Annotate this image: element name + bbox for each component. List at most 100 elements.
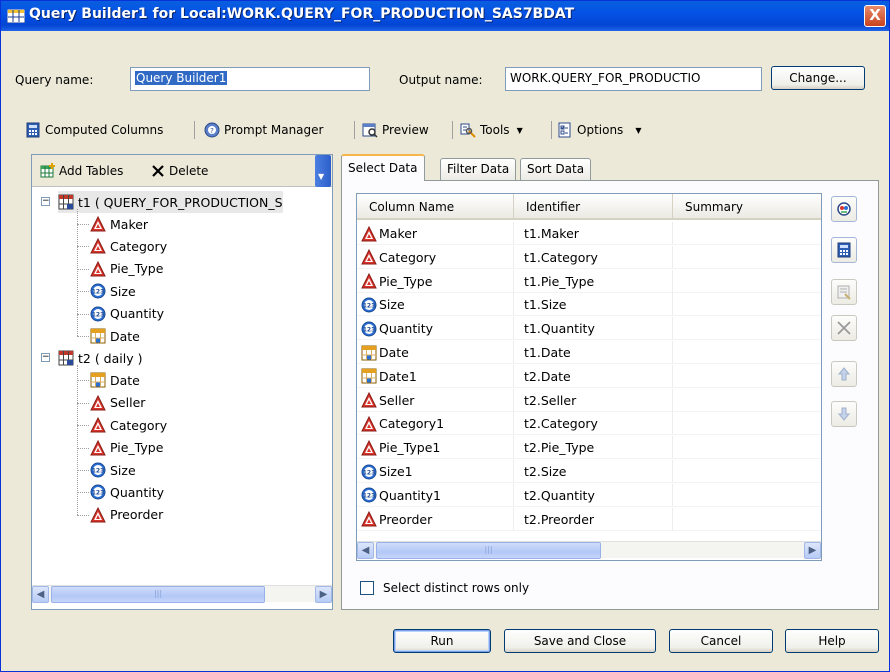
move-up-button[interactable] [831,361,857,387]
scroll-right-arrow[interactable]: ▶ [315,586,332,603]
scroll-right-arrow[interactable]: ▶ [804,542,821,559]
scroll-left-arrow[interactable]: ◀ [32,586,49,603]
output-name-input[interactable]: WORK.QUERY_FOR_PRODUCTIO [505,67,762,91]
grid-row[interactable]: 123 Size t1.Size [357,293,821,317]
tree-collapse-toggle[interactable]: − [41,197,50,206]
select-distinct-checkbox[interactable] [360,581,374,595]
preview-button[interactable]: Preview [362,120,429,140]
grid-row[interactable]: Maker t1.Maker [357,222,821,245]
cell-identifier[interactable]: t1.Pie_Type [514,269,673,293]
cell-identifier[interactable]: t2.Category [514,412,673,436]
query-name-input[interactable]: Query Builder1 [130,67,370,91]
tree-column-node[interactable]: 123 Size [90,280,136,302]
cell-summary[interactable] [673,484,821,507]
tree-column-node[interactable]: Preorder [90,504,163,526]
grid-row[interactable]: 123 Quantity t1.Quantity [357,317,821,341]
tab-sort-data[interactable]: Sort Data [520,158,592,180]
tree-column-node[interactable]: Category [90,414,167,436]
cell-summary[interactable] [673,293,821,317]
header-column-name[interactable]: Column Name [357,194,514,220]
cell-column-name[interactable]: Seller [357,388,514,412]
tree-column-node[interactable]: Maker [90,213,148,235]
tree-column-node[interactable]: 123 Quantity [90,481,164,503]
tree-column-node[interactable]: Pie_Type [90,258,163,280]
grid-row[interactable]: Category1 t2.Category [357,412,821,436]
cell-summary[interactable] [673,270,821,293]
tree-horizontal-scrollbar[interactable]: ◀ ||| ▶ [32,585,332,603]
select-distinct-label[interactable]: Select distinct rows only [383,581,529,595]
cell-column-name[interactable]: 123 Quantity1 [357,483,514,507]
cell-identifier[interactable]: t1.Quantity [514,317,673,341]
cell-column-name[interactable]: Pie_Type1 [357,436,514,460]
cell-summary[interactable] [673,246,821,269]
close-button[interactable]: X [864,5,886,27]
cell-column-name[interactable]: Preorder [357,507,514,531]
tree-collapse-toggle[interactable]: − [41,353,50,363]
scroll-thumb[interactable]: ||| [376,542,601,559]
cell-identifier[interactable]: t2.Seller [514,388,673,412]
grid-horizontal-scrollbar[interactable]: ◀ ||| ▶ [357,541,821,559]
cell-column-name[interactable]: Pie_Type [357,269,514,293]
options-menu-button[interactable]: Options ▼ [557,120,641,140]
cell-identifier[interactable]: t2.Pie_Type [514,436,673,460]
grid-row[interactable]: Seller t2.Seller [357,388,821,412]
tree-column-node[interactable]: Category [90,235,167,257]
grid-row[interactable]: Preorder t2.Preorder [357,507,821,531]
cell-identifier[interactable]: t1.Category [514,245,673,269]
change-button[interactable]: Change... [771,66,865,90]
grid-row[interactable]: Date1 t2.Date [357,364,821,388]
cell-summary[interactable] [673,222,821,245]
cell-summary[interactable] [673,436,821,460]
remove-column-button[interactable] [831,315,857,341]
cell-column-name[interactable]: Date1 [357,364,514,388]
cell-identifier[interactable]: t1.Date [514,341,673,364]
computed-columns-button[interactable]: Computed Columns [25,120,163,140]
cell-column-name[interactable]: Maker [357,222,514,245]
cell-summary[interactable] [673,412,821,436]
grid-row[interactable]: Pie_Type1 t2.Pie_Type [357,436,821,460]
tree-column-node[interactable]: Pie_Type [90,437,163,459]
cell-column-name[interactable]: Category [357,245,514,269]
title-bar[interactable]: Query Builder1 for Local:WORK.QUERY_FOR_… [1,1,889,31]
edit-column-button[interactable] [831,279,857,305]
cell-identifier[interactable]: t2.Size [514,460,673,483]
column-properties-button[interactable] [831,196,857,222]
cell-column-name[interactable]: Category1 [357,412,514,436]
cell-identifier[interactable]: t2.Preorder [514,507,673,531]
tab-filter-data[interactable]: Filter Data [440,158,517,180]
grid-row[interactable]: 123 Size1 t2.Size [357,460,821,483]
cell-identifier[interactable]: t2.Date [514,364,673,388]
grid-row[interactable]: Date t1.Date [357,341,821,364]
delete-button[interactable]: Delete [150,163,208,179]
cell-column-name[interactable]: 123 Size1 [357,460,514,483]
cell-summary[interactable] [673,389,821,412]
tree-column-node[interactable]: 123 Quantity [90,303,164,325]
scroll-thumb[interactable]: ||| [51,586,265,603]
panel-collapse-button[interactable]: ▼ [315,155,331,187]
run-button[interactable]: Run [393,629,491,653]
tree-table-node[interactable]: t1 ( QUERY_FOR_PRODUCTION_S [58,191,283,213]
grid-row[interactable]: 123 Quantity1 t2.Quantity [357,483,821,507]
prompt-manager-button[interactable]: ? Prompt Manager [204,120,323,140]
cancel-button[interactable]: Cancel [669,629,773,653]
tab-select-data[interactable]: Select Data [341,154,425,181]
cell-column-name[interactable]: Date [357,341,514,364]
tree-column-node[interactable]: 123 Size [90,459,136,481]
cell-summary[interactable] [673,508,821,531]
header-summary[interactable]: Summary [673,194,821,220]
help-button[interactable]: Help [785,629,879,653]
cell-column-name[interactable]: 123 Size [357,293,514,317]
scroll-left-arrow[interactable]: ◀ [357,542,374,559]
selected-columns-grid[interactable]: Column Name Identifier Summary Maker t1.M… [356,193,822,561]
cell-summary[interactable] [673,317,821,341]
add-tables-button[interactable]: Add Tables [40,163,123,179]
cell-summary[interactable] [673,460,821,483]
move-down-button[interactable] [831,401,857,427]
cell-identifier[interactable]: t1.Size [514,293,673,317]
computed-column-button[interactable] [831,237,857,263]
tree-column-node[interactable]: Date [90,369,140,391]
cell-summary[interactable] [673,341,821,364]
grid-row[interactable]: Pie_Type t1.Pie_Type [357,269,821,293]
cell-summary[interactable] [673,365,821,388]
tree-table-node[interactable]: t2 ( daily ) [58,347,142,369]
